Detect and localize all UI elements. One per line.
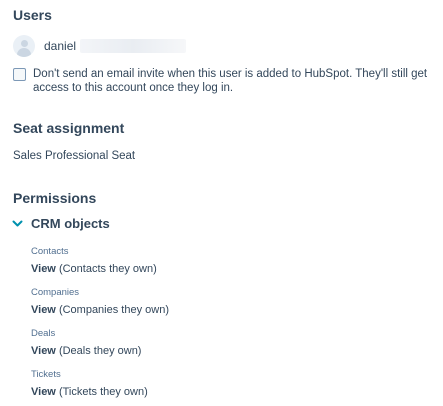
default-avatar-icon — [13, 35, 35, 57]
permission-tickets: Tickets View (Tickets they own) — [31, 369, 148, 399]
seat-assignment-value: Sales Professional Seat — [13, 150, 136, 162]
user-name: daniel — [44, 39, 77, 53]
chevron-down-icon — [10, 217, 24, 231]
permission-label: Companies — [31, 287, 80, 298]
permission-scope: (Tickets they own) — [58, 386, 148, 398]
invite-option: Don't send an email invite when this use… — [13, 67, 433, 95]
permission-contacts: Contacts View (Contacts they own) — [31, 246, 157, 276]
seat-assignment-title: Seat assignment — [13, 120, 125, 136]
permission-level: View — [31, 263, 56, 275]
permission-value: View (Deals they own) — [31, 344, 141, 358]
permission-label: Deals — [31, 328, 56, 339]
user-review-panel: Users daniel Don't send an email invite … — [0, 0, 443, 406]
dont-send-invite-checkbox[interactable] — [13, 68, 26, 81]
dont-send-invite-label[interactable]: Don't send an email invite when this use… — [33, 67, 433, 95]
permission-scope: (Companies they own) — [58, 304, 169, 316]
redacted-email — [80, 39, 187, 53]
permissions-title: Permissions — [13, 190, 97, 206]
user-row: daniel — [13, 34, 187, 58]
crm-objects-toggle[interactable]: CRM objects — [10, 216, 110, 231]
permission-value: View (Tickets they own) — [31, 385, 148, 399]
permission-companies: Companies View (Companies they own) — [31, 287, 169, 317]
permission-value: View (Contacts they own) — [31, 262, 157, 276]
permission-scope: (Contacts they own) — [58, 263, 157, 275]
permission-label: Contacts — [31, 246, 69, 257]
permission-level: View — [31, 304, 56, 316]
users-section-title: Users — [13, 7, 52, 23]
permission-level: View — [31, 386, 56, 398]
permission-scope: (Deals they own) — [58, 345, 142, 357]
permission-label: Tickets — [31, 369, 61, 380]
permission-level: View — [31, 345, 56, 357]
crm-objects-title: CRM objects — [31, 216, 110, 231]
permission-deals: Deals View (Deals they own) — [31, 328, 141, 358]
permission-value: View (Companies they own) — [31, 303, 169, 317]
